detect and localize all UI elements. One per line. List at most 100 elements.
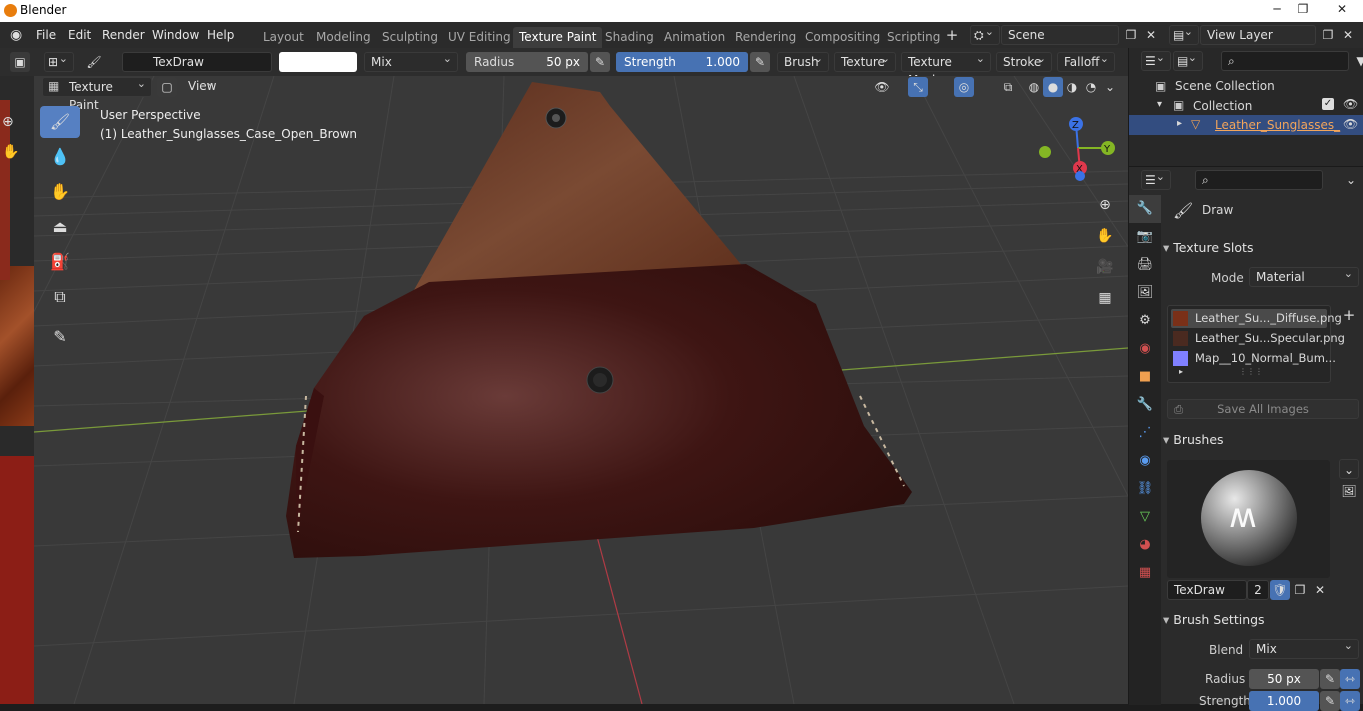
editor-type-icon[interactable]: ▣ xyxy=(10,52,30,72)
brush-tool-icon[interactable]: 🖌 xyxy=(84,52,104,72)
list-expand-icon[interactable]: ▸ xyxy=(1179,367,1183,376)
gizmo-toggle-icon[interactable]: ⤡ xyxy=(908,77,928,97)
scene-tab-icon[interactable]: ⚙ xyxy=(1129,307,1161,335)
radius-slider[interactable]: Radius 50 px xyxy=(466,52,588,72)
tab-layout[interactable]: Layout xyxy=(257,27,310,48)
properties-search-input[interactable]: ⌕ xyxy=(1195,170,1323,190)
outliner-editor-type[interactable]: ☰ xyxy=(1141,49,1171,71)
constraints-tab-icon[interactable]: ⛓ xyxy=(1129,475,1161,503)
tool-settings-dropdown[interactable]: ⊞ xyxy=(44,50,74,72)
add-texture-slot-icon[interactable]: + xyxy=(1339,305,1359,325)
menu-help[interactable]: Help xyxy=(207,28,234,42)
texture-slot-item[interactable]: Map__10_Normal_Bum... xyxy=(1171,349,1336,368)
gizmo-neg-z-axis[interactable] xyxy=(1075,171,1085,181)
collection-label[interactable]: Collection xyxy=(1193,99,1252,113)
object-expand-icon[interactable]: ▸ xyxy=(1177,118,1182,129)
brush-radius-slider[interactable]: 50 px xyxy=(1249,669,1319,689)
brush-preview[interactable]: ʍ xyxy=(1167,460,1330,578)
outliner-row-object[interactable]: ▸ ▽ Leather_Sunglasses_ 👁 xyxy=(1129,115,1363,135)
strength-slider[interactable]: Strength 1.000 xyxy=(616,52,748,72)
delete-view-layer-icon[interactable]: ✕ xyxy=(1338,25,1358,45)
orthographic-toggle-icon[interactable]: ▦ xyxy=(1092,285,1118,311)
minimize-button[interactable]: ─ xyxy=(1264,0,1290,20)
unlink-brush-icon[interactable]: ✕ xyxy=(1310,580,1330,600)
properties-editor-type[interactable]: ☰ xyxy=(1141,168,1171,190)
xray-toggle-icon[interactable]: ⧉ xyxy=(998,77,1018,97)
data-tab-icon[interactable]: ▽ xyxy=(1129,503,1161,531)
view-layer-name-field[interactable]: View Layer xyxy=(1200,25,1316,45)
menu-file[interactable]: File xyxy=(36,28,56,42)
view-layer-browse-dropdown[interactable]: ▤ xyxy=(1169,23,1199,45)
brush-radius-unit-icon[interactable]: ⇿ xyxy=(1340,669,1360,689)
tab-scripting[interactable]: Scripting xyxy=(881,27,946,48)
scene-name-field[interactable]: Scene xyxy=(1001,25,1119,45)
zoom-icon[interactable]: ⊕ xyxy=(2,114,14,130)
rendered-shading-icon[interactable]: ◔ xyxy=(1081,77,1101,97)
delete-scene-icon[interactable]: ✕ xyxy=(1141,25,1161,45)
maximize-button[interactable]: ❐ xyxy=(1290,0,1316,20)
draw-tool-icon[interactable]: 🖌 xyxy=(40,106,80,138)
physics-tab-icon[interactable]: ◉ xyxy=(1129,447,1161,475)
brush-datablock-name[interactable]: TexDraw xyxy=(1167,580,1247,600)
brush-strength-pressure-icon[interactable]: ✎ xyxy=(1320,691,1340,711)
annotate-tool-icon[interactable]: ✎ xyxy=(40,321,80,353)
wireframe-shading-icon[interactable]: ◍ xyxy=(1024,77,1044,97)
brush-menu[interactable]: Brush xyxy=(777,50,829,72)
soften-tool-icon[interactable]: 💧 xyxy=(40,141,80,173)
zoom-icon[interactable]: ⊕ xyxy=(1092,192,1118,218)
camera-view-icon[interactable]: 🎥 xyxy=(1092,254,1118,280)
fake-user-shield-icon[interactable]: 🛡 xyxy=(1270,580,1290,600)
close-button[interactable]: ✕ xyxy=(1322,0,1362,20)
add-workspace-icon[interactable]: + xyxy=(942,25,962,45)
texture-mask-menu[interactable]: Texture Mask xyxy=(901,50,991,87)
texture-slot-item[interactable]: Leather_Su...Specular.png xyxy=(1171,329,1345,348)
texture-slots-header[interactable]: Texture Slots xyxy=(1163,237,1253,259)
brush-user-count[interactable]: 2 xyxy=(1247,580,1269,600)
collection-checkbox[interactable]: ✓ xyxy=(1322,98,1334,110)
blender-menu-icon[interactable]: ◉ xyxy=(10,27,22,43)
view-menu[interactable]: View xyxy=(182,76,220,97)
tab-rendering[interactable]: Rendering xyxy=(729,27,802,48)
particles-tab-icon[interactable]: ⋰ xyxy=(1129,419,1161,447)
solid-shading-icon[interactable]: ● xyxy=(1043,77,1063,97)
output-tab-icon[interactable]: 🖨 xyxy=(1129,251,1161,279)
properties-options-icon[interactable]: ⌄ xyxy=(1341,170,1361,190)
scene-collection-label[interactable]: Scene Collection xyxy=(1175,79,1275,93)
view-layer-tab-icon[interactable]: 🖼 xyxy=(1129,279,1161,307)
strength-pressure-icon[interactable]: ✎ xyxy=(750,52,770,72)
brush-color-swatch[interactable] xyxy=(279,52,357,72)
brush-image-icon[interactable]: 🖼 xyxy=(1339,481,1359,501)
navigation-gizmo[interactable]: Z Y X xyxy=(1034,114,1124,194)
tab-compositing[interactable]: Compositing xyxy=(799,27,886,48)
copy-scene-icon[interactable]: ❐ xyxy=(1121,25,1141,45)
overlays-toggle-icon[interactable]: ◎ xyxy=(954,77,974,97)
collection-expand-icon[interactable]: ▾ xyxy=(1157,99,1162,110)
smear-tool-icon[interactable]: ✋ xyxy=(40,176,80,208)
material-shading-icon[interactable]: ◑ xyxy=(1062,77,1082,97)
texture-slot-item[interactable]: Leather_Su..._Diffuse.png xyxy=(1171,309,1342,328)
visibility-icon[interactable]: 👁 xyxy=(872,77,892,97)
shading-options-icon[interactable]: ⌄ xyxy=(1100,77,1120,97)
save-all-images-button[interactable]: ⎙ Save All Images xyxy=(1167,399,1359,419)
outliner-filter-icon[interactable]: ▼ xyxy=(1351,51,1363,71)
texture-tab-icon[interactable]: ▦ xyxy=(1129,559,1161,587)
blend-mode-dropdown[interactable]: Mix xyxy=(364,50,458,72)
stroke-menu[interactable]: Stroke xyxy=(996,50,1052,72)
gizmo-neg-y-axis[interactable] xyxy=(1039,146,1051,158)
object-tab-icon[interactable]: ■ xyxy=(1129,363,1161,391)
brush-strength-slider[interactable]: 1.000 xyxy=(1249,691,1319,711)
brush-radius-pressure-icon[interactable]: ✎ xyxy=(1320,669,1340,689)
texture-menu[interactable]: Texture xyxy=(834,50,896,72)
scene-browse-dropdown[interactable]: ⛭ xyxy=(970,23,1000,45)
outliner-search-input[interactable]: ⌕ xyxy=(1221,51,1349,71)
tool-tab-icon[interactable]: 🔧 xyxy=(1129,195,1161,223)
material-tab-icon[interactable]: ◕ xyxy=(1129,531,1161,559)
tab-texture-paint[interactable]: Texture Paint xyxy=(513,27,603,48)
object-visibility-icon[interactable]: 👁 xyxy=(1343,117,1358,131)
clone-tool-icon[interactable]: ⏏ xyxy=(40,211,80,243)
menu-render[interactable]: Render xyxy=(102,28,145,42)
brush-settings-header[interactable]: Brush Settings xyxy=(1163,609,1264,631)
brush-name-field[interactable]: TexDraw xyxy=(122,52,272,72)
brush-blend-dropdown[interactable]: Mix xyxy=(1249,637,1359,659)
modifier-tab-icon[interactable]: 🔧 xyxy=(1129,391,1161,419)
